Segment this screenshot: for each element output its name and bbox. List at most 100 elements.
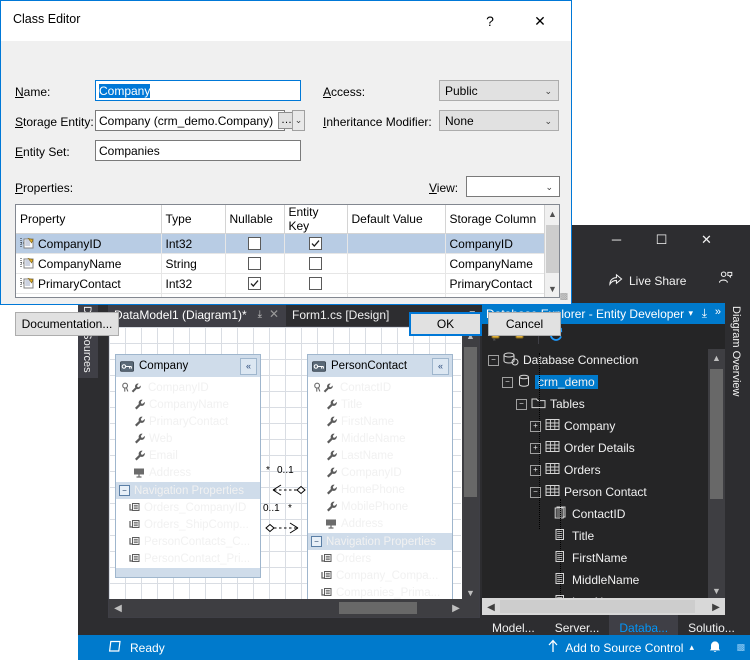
- pin-icon[interactable]: ⤓: [258, 309, 262, 320]
- view-dropdown[interactable]: ⌄: [466, 176, 560, 197]
- minimize-button[interactable]: ─: [594, 225, 639, 254]
- cell-default-value[interactable]: [347, 293, 446, 297]
- cell-entity-key[interactable]: [284, 293, 348, 297]
- navigation-properties-header[interactable]: − Navigation Properties: [116, 482, 260, 499]
- entity-box-personcontact[interactable]: PersonContact « ContactID Title FirstNam…: [307, 354, 453, 603]
- entity-property[interactable]: FirstName: [308, 413, 452, 430]
- close-icon[interactable]: »: [715, 306, 721, 318]
- tree-node-database-connection[interactable]: − Database Connection: [482, 349, 725, 371]
- cell-storage-column[interactable]: PrimaryContact: [445, 273, 545, 294]
- column-header-storage-column[interactable]: Storage Column: [445, 205, 545, 234]
- canvas-horizontal-scrollbar[interactable]: ◀ ▶: [109, 599, 479, 617]
- documentation-button[interactable]: Documentation...: [15, 312, 119, 336]
- scrollbar-thumb[interactable]: [464, 347, 477, 497]
- entity-property[interactable]: Address: [116, 464, 260, 481]
- entity-property[interactable]: MobilePhone: [308, 498, 452, 515]
- tree-node-contactid[interactable]: ContactID: [482, 503, 725, 525]
- entity-key-checkbox[interactable]: [309, 237, 322, 250]
- cell-storage-column[interactable]: CompanyName: [445, 253, 545, 274]
- nullable-checkbox[interactable]: [248, 277, 261, 290]
- navigation-property[interactable]: Orders_CompanyID: [116, 499, 260, 516]
- cell-type[interactable]: Int32: [161, 273, 226, 294]
- scroll-left-icon[interactable]: ◀: [111, 601, 125, 615]
- storage-entity-dropdown-button[interactable]: ⌄: [292, 110, 305, 131]
- resize-grip[interactable]: ▩: [559, 291, 568, 302]
- expander-icon[interactable]: −: [516, 398, 527, 410]
- tree-node-company[interactable]: + Company: [482, 415, 725, 437]
- entity-property[interactable]: ContactID: [308, 379, 452, 396]
- properties-grid[interactable]: Property Type Nullable Entity Key Defaul…: [15, 204, 560, 298]
- cell-entity-key[interactable]: [284, 233, 348, 254]
- cell-nullable[interactable]: [225, 273, 285, 294]
- cell-type[interactable]: String: [161, 293, 226, 297]
- cell-default-value[interactable]: [347, 233, 446, 254]
- navigation-property[interactable]: PersonContacts_C...: [116, 533, 260, 550]
- navigation-property[interactable]: Orders_ShipComp...: [116, 516, 260, 533]
- close-button[interactable]: ✕: [684, 225, 729, 254]
- entity-property[interactable]: Title: [308, 396, 452, 413]
- entity-property[interactable]: MiddleName: [308, 430, 452, 447]
- nullable-checkbox[interactable]: [248, 257, 261, 270]
- entity-property[interactable]: CompanyName: [116, 396, 260, 413]
- column-header-entity-key[interactable]: Entity Key: [284, 205, 348, 234]
- inheritance-modifier-dropdown[interactable]: None ⌄: [439, 110, 559, 131]
- entity-property[interactable]: CompanyID: [116, 379, 260, 396]
- close-icon[interactable]: ✕: [269, 307, 279, 321]
- nullable-checkbox[interactable]: [248, 237, 261, 250]
- entity-set-input[interactable]: Companies: [95, 140, 301, 161]
- tree-node-middlename[interactable]: MiddleName: [482, 569, 725, 591]
- scrollbar-thumb[interactable]: [710, 369, 723, 499]
- cell-nullable[interactable]: [225, 253, 285, 274]
- storage-entity-input[interactable]: Company (crm_demo.Company): [95, 110, 285, 131]
- column-header-type[interactable]: Type: [161, 205, 226, 234]
- add-to-source-control-button[interactable]: Add to Source Control ▴: [547, 639, 694, 656]
- scroll-down-icon[interactable]: ▼: [545, 280, 559, 297]
- table-row[interactable]: CompanyID Int32 CompanyID: [16, 233, 545, 254]
- cell-property[interactable]: CompanyID: [16, 233, 162, 254]
- tree-node-crm-demo[interactable]: − crm_demo: [482, 371, 725, 393]
- entity-property[interactable]: PrimaryContact: [116, 413, 260, 430]
- chevron-down-icon[interactable]: ▾: [688, 308, 693, 319]
- canvas-vertical-scrollbar[interactable]: ▲ ▼: [462, 327, 479, 601]
- entity-property[interactable]: LastName: [308, 447, 452, 464]
- navigation-properties-header[interactable]: − Navigation Properties: [308, 533, 452, 550]
- tree-node-tables[interactable]: − Tables: [482, 393, 725, 415]
- tree-node-title[interactable]: Title: [482, 525, 725, 547]
- close-button[interactable]: ✕: [521, 8, 559, 34]
- scroll-up-icon[interactable]: ▲: [708, 349, 725, 366]
- send-feedback-button[interactable]: [718, 270, 733, 288]
- resize-grip[interactable]: ▩: [736, 642, 745, 653]
- scrollbar-thumb[interactable]: [339, 602, 417, 614]
- access-dropdown[interactable]: Public ⌄: [439, 80, 559, 101]
- association-connector-2[interactable]: [261, 515, 307, 537]
- tree-vertical-scrollbar[interactable]: ▲ ▼: [708, 349, 725, 599]
- column-header-property[interactable]: Property: [16, 205, 162, 234]
- diagram-canvas[interactable]: Company « CompanyID CompanyName PrimaryC…: [108, 326, 480, 618]
- column-header-nullable[interactable]: Nullable: [225, 205, 285, 234]
- ok-button[interactable]: OK: [409, 312, 482, 336]
- cell-property[interactable]: Web: [16, 293, 162, 297]
- table-row[interactable]: PrimaryContact Int32 PrimaryContact: [16, 273, 545, 294]
- collapse-icon[interactable]: «: [432, 358, 449, 375]
- cell-entity-key[interactable]: [284, 253, 348, 274]
- diagram-overview-autohide-tab[interactable]: Diagram Overview: [725, 303, 748, 428]
- tree-node-order-details[interactable]: + Order Details: [482, 437, 725, 459]
- nullable-checkbox[interactable]: [248, 297, 261, 298]
- navigation-property[interactable]: PersonContact_Pri...: [116, 550, 260, 567]
- cell-type[interactable]: Int32: [161, 233, 226, 254]
- scrollbar-thumb[interactable]: [500, 600, 695, 613]
- entity-property[interactable]: Email: [116, 447, 260, 464]
- cell-type[interactable]: String: [161, 253, 226, 274]
- tree-node-orders[interactable]: + Orders: [482, 459, 725, 481]
- cell-default-value[interactable]: [347, 273, 446, 294]
- scroll-right-icon[interactable]: ▶: [449, 601, 463, 615]
- entity-key-checkbox[interactable]: [309, 277, 322, 290]
- live-share-button[interactable]: Live Share: [608, 270, 686, 292]
- pin-icon[interactable]: ⤓: [702, 306, 707, 321]
- help-button[interactable]: ?: [471, 8, 509, 34]
- database-explorer-tree[interactable]: − Database Connection − crm_demo − Table…: [482, 349, 725, 599]
- tree-horizontal-scrollbar[interactable]: ◀ ▶: [482, 598, 725, 615]
- expander-icon[interactable]: −: [502, 376, 513, 388]
- tree-node-person-contact[interactable]: − Person Contact: [482, 481, 725, 503]
- column-header-default-value[interactable]: Default Value: [347, 205, 446, 234]
